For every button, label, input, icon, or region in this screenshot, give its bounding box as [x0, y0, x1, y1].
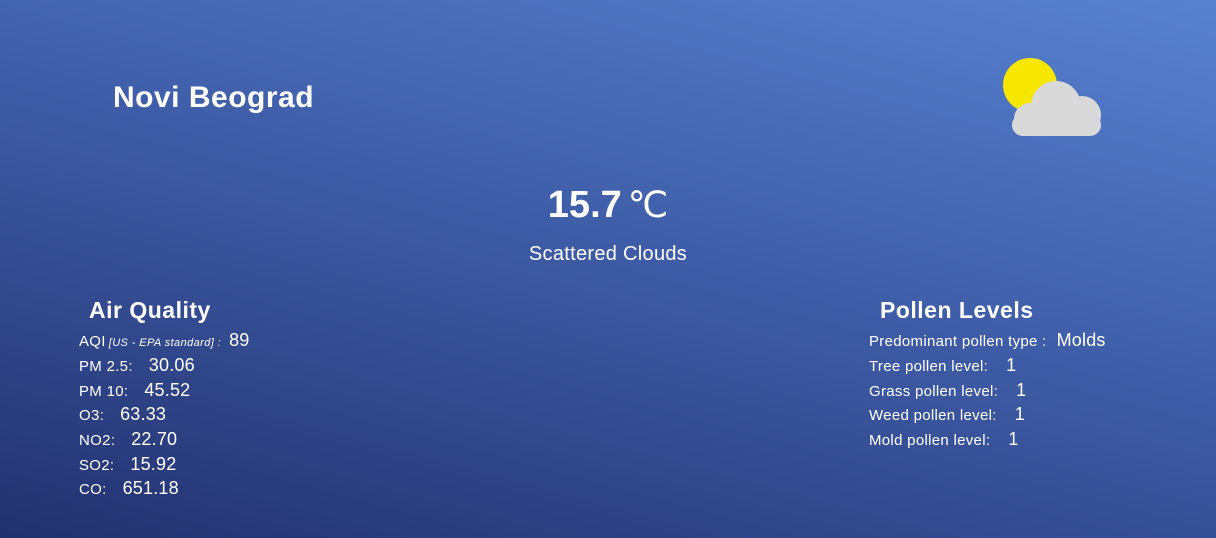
grass-pollen-value: 1 [1016, 380, 1027, 400]
aqi-label: AQI [79, 333, 106, 350]
co-value: 651.18 [122, 478, 179, 498]
air-quality-title: Air Quality [89, 297, 211, 323]
weather-description: Scattered Clouds [528, 243, 688, 265]
tree-pollen-label: Tree pollen level: [869, 358, 989, 375]
predominant-pollen-row: Predominant pollen type : Molds [869, 330, 1106, 351]
aqi-value: 89 [229, 330, 250, 350]
partly-cloudy-icon [1003, 58, 1101, 136]
o3-label: O3: [79, 407, 105, 424]
temperature-unit: ℃ [627, 184, 669, 225]
co-row: CO: 651.18 [79, 478, 179, 499]
pm25-value: 30.06 [148, 355, 195, 375]
o3-row: O3: 63.33 [79, 404, 166, 425]
temperature-value: 15.7 [547, 184, 622, 226]
mold-pollen-row: Mold pollen level: 1 [869, 429, 1019, 450]
predominant-pollen-value: Molds [1056, 330, 1106, 350]
mold-pollen-label: Mold pollen level: [869, 432, 991, 449]
pollen-levels-title: Pollen Levels [880, 297, 1034, 323]
o3-value: 63.33 [120, 404, 167, 424]
weed-pollen-row: Weed pollen level: 1 [869, 404, 1025, 425]
no2-value: 22.70 [131, 429, 178, 449]
pm10-row: PM 10: 45.52 [79, 380, 190, 401]
aqi-standard: [US - EPA standard] : [108, 337, 222, 349]
pm25-label: PM 2.5: [79, 358, 133, 375]
pm10-label: PM 10: [79, 383, 129, 400]
co-label: CO: [79, 481, 107, 498]
pm25-row: PM 2.5: 30.06 [79, 355, 195, 376]
weed-pollen-label: Weed pollen level: [869, 407, 997, 424]
aqi-row: AQI [US - EPA standard] : 89 [79, 330, 250, 351]
mold-pollen-value: 1 [1008, 429, 1019, 449]
predominant-pollen-label: Predominant pollen type : [869, 333, 1047, 350]
so2-row: SO2: 15.92 [79, 454, 176, 475]
pm10-value: 45.52 [144, 380, 191, 400]
tree-pollen-value: 1 [1006, 355, 1017, 375]
tree-pollen-row: Tree pollen level: 1 [869, 355, 1016, 376]
temperature-display: 15.7 ℃ [0, 184, 1216, 227]
so2-value: 15.92 [130, 454, 177, 474]
so2-label: SO2: [79, 457, 115, 474]
no2-label: NO2: [79, 432, 116, 449]
city-name: Novi Beograd [113, 81, 315, 114]
grass-pollen-label: Grass pollen level: [869, 383, 999, 400]
weed-pollen-value: 1 [1014, 404, 1025, 424]
grass-pollen-row: Grass pollen level: 1 [869, 380, 1026, 401]
no2-row: NO2: 22.70 [79, 429, 177, 450]
